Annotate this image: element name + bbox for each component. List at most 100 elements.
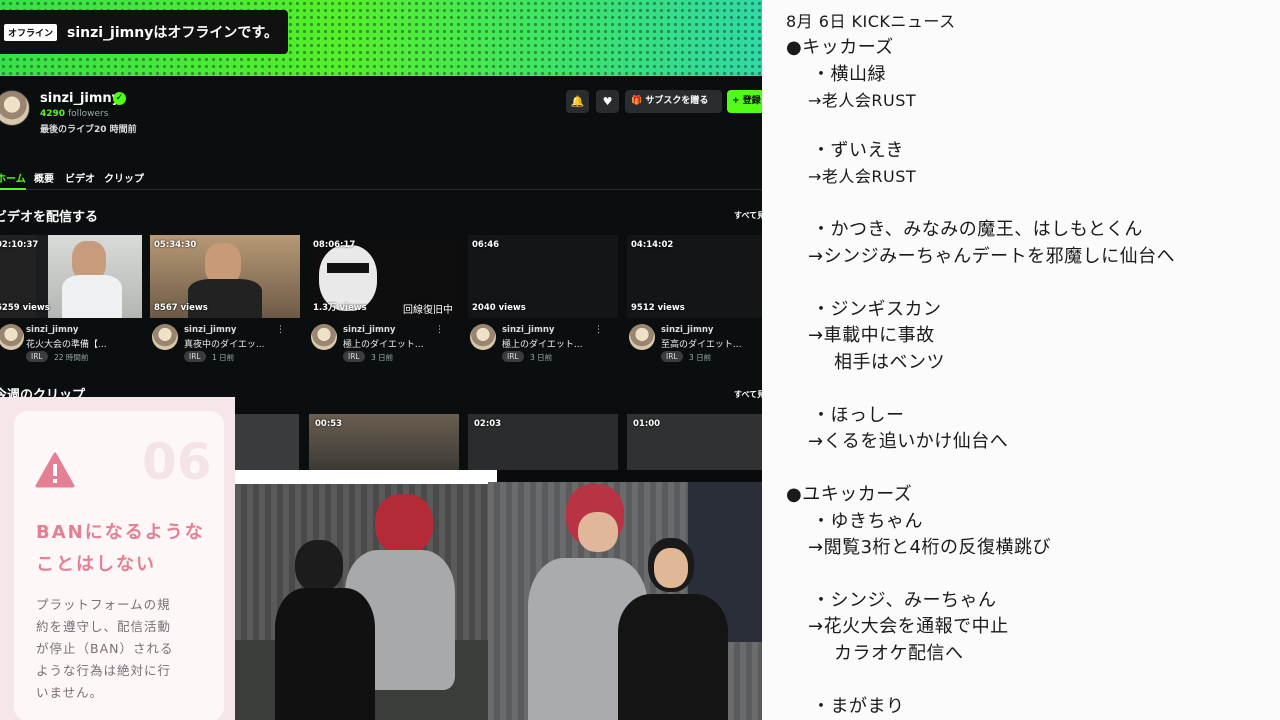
rule-body-line: 約を遵守し、配信活動	[36, 619, 172, 634]
video-time-ago: 3 日前	[371, 353, 394, 362]
screen: オフライン sinzi_jimnyはオフラインです。 sinzi_jimny ✓…	[0, 0, 1280, 720]
bell-icon: 🔔	[570, 95, 585, 108]
notes-line: ●ユキッカーズ	[786, 484, 913, 505]
clip-thumbnail[interactable]: 02:03	[468, 414, 618, 470]
video-card[interactable]: 04:14:02 9512 views sinzi_jimny 至高のダイエット…	[627, 235, 762, 370]
channel-avatar[interactable]	[0, 90, 30, 126]
videos-see-all-link[interactable]: すべて見	[734, 210, 762, 221]
rule-title-line2: ことはしない	[36, 554, 156, 575]
last-live-text: 最後のライブ20 時間前	[40, 125, 137, 135]
notes-line: ・まがまり	[812, 696, 905, 717]
video-card[interactable]: 05:34:30 8567 views sinzi_jimny 真夜中のダイエッ…	[150, 235, 300, 370]
notes-line: カラオケ配信へ	[834, 643, 964, 664]
video-title[interactable]: 花火大会の準備【...	[26, 337, 107, 350]
offline-notice: オフライン sinzi_jimnyはオフラインです。	[0, 10, 288, 54]
videos-section-title: ビデオを配信する	[0, 210, 99, 225]
video-thumbnail[interactable]: 02:10:37 6259 views	[0, 235, 142, 318]
tab-active-indicator	[0, 188, 26, 190]
notes-line: →シンジみーちゃんデートを邪魔しに仙台へ	[808, 246, 1176, 267]
notes-line: →花火大会を通報で中止	[808, 616, 1009, 637]
notes-title: 8月 6日 KICKニュース	[786, 12, 956, 31]
video-card[interactable]: 08:06:17 1.3万 views 回線復旧中 sinzi_jimny 極上…	[309, 235, 459, 370]
warning-icon	[35, 452, 75, 488]
rule-number: 06	[142, 433, 212, 491]
rule-body-line: が停止（BAN）される	[36, 641, 174, 656]
gift-subscription-button[interactable]: 🎁 サブスクを贈る	[625, 90, 722, 113]
followers-count: 4290 followers	[40, 109, 109, 119]
bell-button[interactable]: 🔔	[566, 90, 589, 113]
video-card[interactable]: 06:46 2040 views sinzi_jimny 極上のダイエット...…	[468, 235, 618, 370]
clip-thumbnail[interactable]: 00:53	[309, 414, 459, 470]
notes-line: ・ゆきちゃん	[812, 511, 923, 532]
gift-icon: 🎁	[631, 96, 643, 106]
rule-body-line: いません。	[36, 685, 104, 700]
video-channel-avatar[interactable]	[629, 324, 655, 350]
video-thumbnail[interactable]: 04:14:02 9512 views	[627, 235, 762, 318]
verified-icon: ✓	[113, 92, 126, 105]
video-category-badge[interactable]: IRL	[184, 351, 206, 362]
offline-text: sinzi_jimnyはオフラインです。	[67, 25, 278, 41]
video-channel-name[interactable]: sinzi_jimny	[184, 325, 236, 335]
more-options-icon[interactable]: ⋮	[594, 325, 603, 335]
heart-button[interactable]: ♥	[596, 90, 619, 113]
follow-button[interactable]: + 登録	[727, 90, 762, 113]
offline-tag: オフライン	[4, 23, 58, 41]
video-card[interactable]: 02:10:37 6259 views sinzi_jimny 花火大会の準備【…	[0, 235, 142, 370]
photo-border	[235, 470, 497, 484]
video-channel-name[interactable]: sinzi_jimny	[502, 325, 554, 335]
video-category-badge[interactable]: IRL	[26, 351, 48, 362]
rule-title-line1: BANになるような	[36, 522, 205, 543]
rule-body-line: プラットフォームの規	[36, 597, 171, 612]
more-options-icon[interactable]: ⋮	[435, 325, 444, 335]
rule-body-line: ような行為は絶対に行	[36, 663, 172, 678]
stream-photo-left	[235, 470, 497, 720]
video-channel-avatar[interactable]	[470, 324, 496, 350]
notes-line: 相手はベンツ	[834, 352, 945, 373]
clips-see-all-link[interactable]: すべて見	[734, 389, 762, 400]
notes-line: →車載中に事故	[808, 325, 935, 346]
video-channel-name[interactable]: sinzi_jimny	[26, 325, 78, 335]
video-thumbnail[interactable]: 05:34:30 8567 views	[150, 235, 300, 318]
notes-line: ・横山緑	[812, 64, 886, 85]
notes-line: ・かつき、みなみの魔王、はしもとくん	[812, 219, 1143, 240]
video-channel-name[interactable]: sinzi_jimny	[343, 325, 395, 335]
tab-videos[interactable]: ビデオ	[65, 170, 95, 185]
notes-line: →くるを追いかけ仙台へ	[808, 431, 1009, 452]
notes-line: ・ジンギスカン	[812, 299, 942, 320]
video-channel-avatar[interactable]	[311, 324, 337, 350]
notes-line: →閲覧3桁と4桁の反復横跳び	[808, 537, 1051, 558]
video-thumbnail[interactable]: 06:46 2040 views	[468, 235, 618, 318]
tab-about[interactable]: 概要	[34, 170, 54, 185]
video-channel-avatar[interactable]	[0, 324, 24, 350]
thumbnail-caption: 回線復旧中	[403, 305, 453, 316]
video-time-ago: 3 日前	[689, 353, 712, 362]
tab-clips[interactable]: クリップ	[104, 170, 144, 185]
video-thumbnail[interactable]: 08:06:17 1.3万 views 回線復旧中	[309, 235, 459, 318]
clip-thumbnail[interactable]	[235, 414, 299, 470]
clip-thumbnail[interactable]: 01:00	[627, 414, 762, 470]
video-time-ago: 22 時間前	[54, 353, 89, 362]
notes-line: ●キッカーズ	[786, 37, 894, 58]
video-time-ago: 1 日前	[212, 353, 235, 362]
channel-tabs: ホーム 概要 ビデオ クリップ	[0, 168, 762, 190]
video-title[interactable]: 真夜中のダイエッ...	[184, 337, 265, 350]
news-notes-panel: 8月 6日 KICKニュース ●キッカーズ ・横山緑 →老人会RUST ・ずいえ…	[762, 0, 1280, 720]
tab-home[interactable]: ホーム	[0, 170, 26, 185]
video-title[interactable]: 至高のダイエット...	[661, 337, 742, 350]
channel-name[interactable]: sinzi_jimny	[40, 91, 120, 106]
stream-photo-right	[488, 482, 770, 720]
more-options-icon[interactable]: ⋮	[276, 325, 285, 335]
plus-icon: +	[732, 96, 740, 106]
video-time-ago: 3 日前	[530, 353, 553, 362]
video-category-badge[interactable]: IRL	[502, 351, 524, 362]
video-channel-name[interactable]: sinzi_jimny	[661, 325, 713, 335]
channel-header: sinzi_jimny ✓ 4290 followers 最後のライブ20 時間…	[0, 88, 762, 138]
video-title[interactable]: 極上のダイエット...	[343, 337, 424, 350]
video-title[interactable]: 極上のダイエット...	[502, 337, 583, 350]
notes-line: →老人会RUST	[808, 91, 917, 110]
video-category-badge[interactable]: IRL	[661, 351, 683, 362]
notes-line: ・ほっしー	[812, 405, 905, 426]
notes-line: →老人会RUST	[808, 167, 917, 186]
video-channel-avatar[interactable]	[152, 324, 178, 350]
video-category-badge[interactable]: IRL	[343, 351, 365, 362]
